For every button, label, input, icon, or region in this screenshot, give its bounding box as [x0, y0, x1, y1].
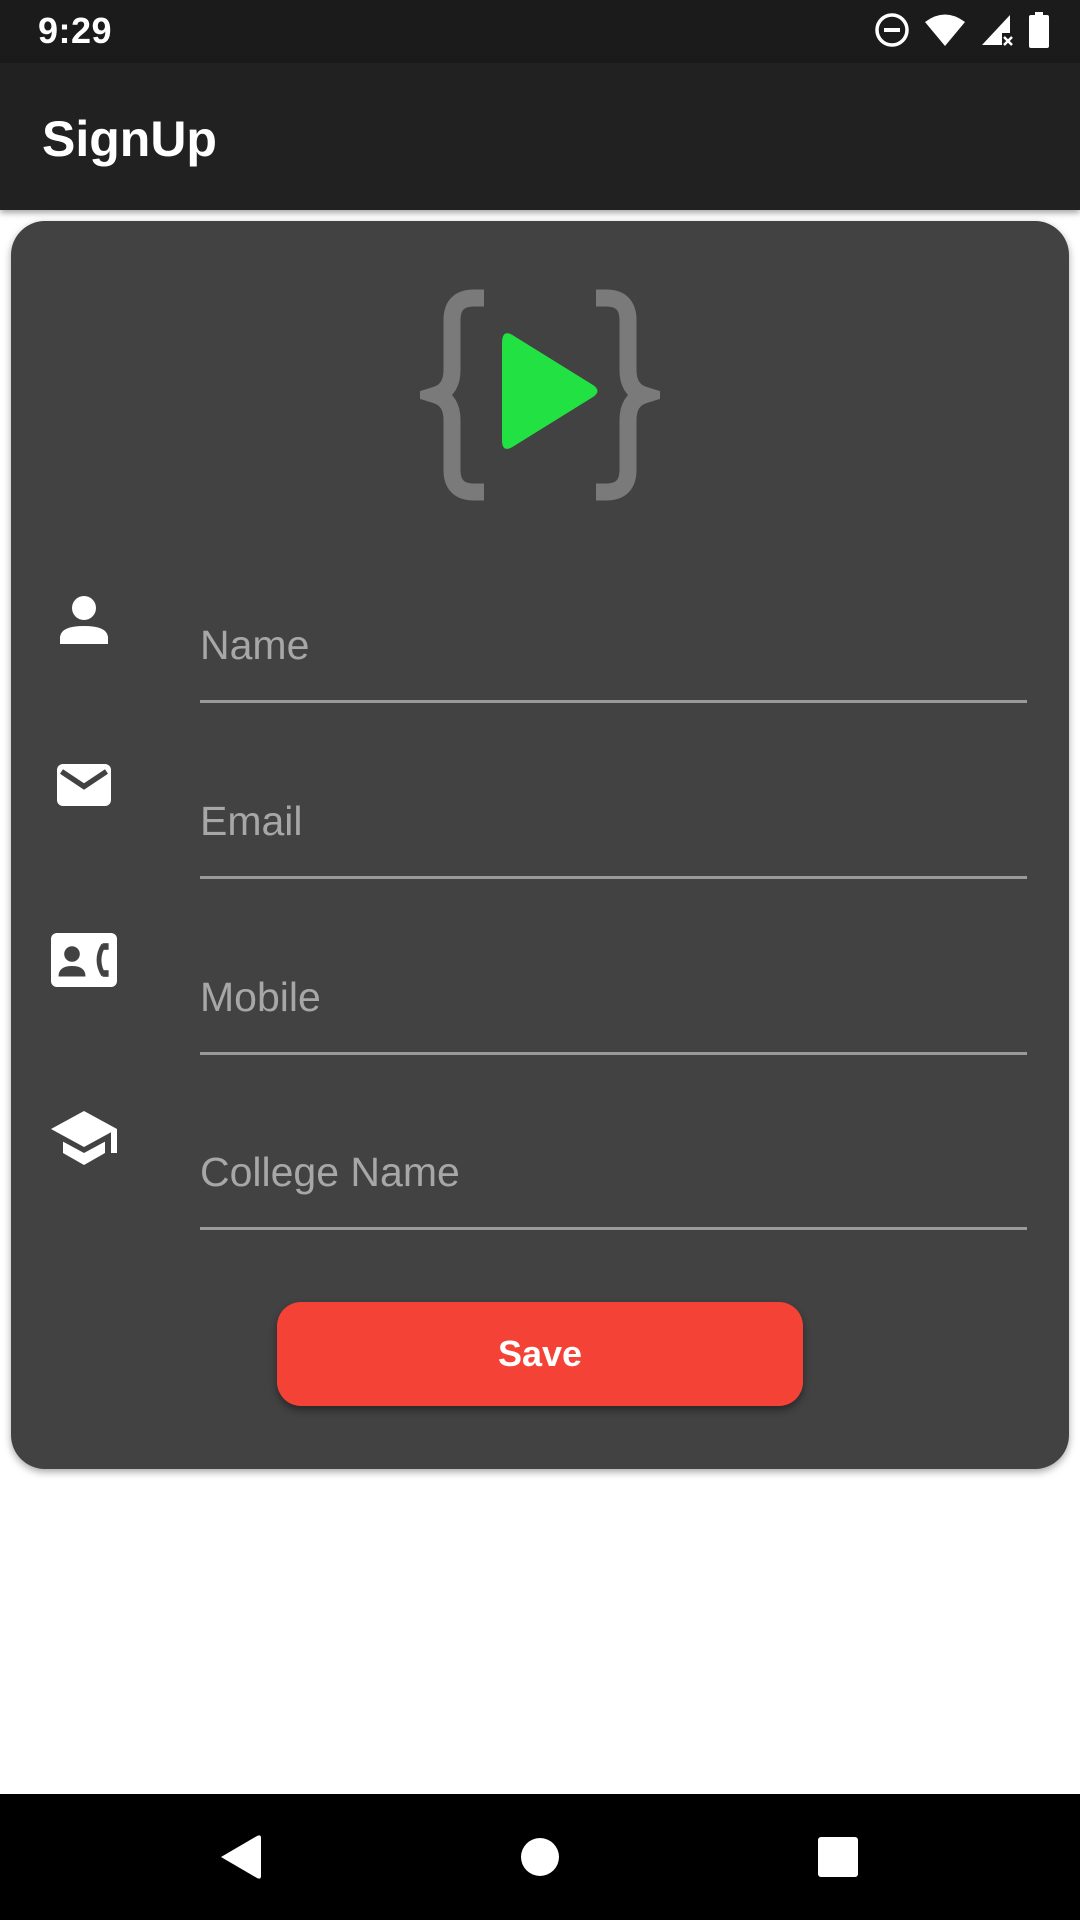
name-field[interactable] [200, 590, 1027, 703]
mobile-field[interactable] [200, 942, 1027, 1055]
navigation-bar [0, 1794, 1080, 1920]
home-icon[interactable] [507, 1824, 573, 1890]
college-input[interactable] [200, 1117, 1027, 1227]
status-icons [874, 11, 1050, 53]
email-input[interactable] [200, 766, 1027, 876]
save-button[interactable]: Save [277, 1302, 803, 1406]
status-bar: 9:29 [0, 0, 1080, 63]
mobile-input[interactable] [200, 942, 1027, 1052]
contact-phone-icon [48, 924, 120, 996]
name-input[interactable] [200, 590, 1027, 700]
recents-icon[interactable] [805, 1824, 871, 1890]
email-field[interactable] [200, 766, 1027, 879]
do-not-disturb-icon [874, 12, 910, 53]
college-field[interactable] [200, 1117, 1027, 1230]
person-icon [48, 584, 120, 656]
code-play-logo [407, 270, 673, 520]
app-bar: SignUp [0, 63, 1080, 210]
status-time: 9:29 [38, 10, 113, 51]
email-icon [48, 749, 120, 821]
school-icon [48, 1102, 120, 1174]
battery-icon [1028, 11, 1050, 53]
page-title: SignUp [42, 111, 217, 167]
back-icon[interactable] [207, 1824, 273, 1890]
wifi-icon [924, 13, 966, 52]
signal-icon [980, 13, 1014, 52]
